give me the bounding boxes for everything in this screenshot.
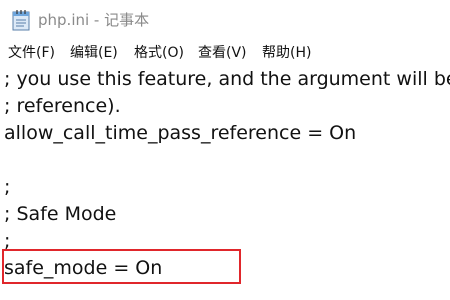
highlight-box: [2, 249, 241, 284]
menu-file[interactable]: 文件(F): [8, 44, 55, 62]
window-title: php.ini - 记事本: [38, 11, 150, 29]
editor-line: allow_call_time_pass_reference = On: [4, 122, 357, 144]
text-editor[interactable]: ; you use this feature, and the argument…: [0, 66, 450, 300]
title-bar: php.ini - 记事本: [0, 0, 450, 41]
editor-line: ;: [4, 176, 11, 198]
menu-help[interactable]: 帮助(H): [262, 44, 311, 62]
menu-bar: 文件(F) 编辑(E) 格式(O) 查看(V) 帮助(H): [0, 40, 450, 67]
editor-line: ; Safe Mode: [4, 203, 117, 225]
menu-edit[interactable]: 编辑(E): [70, 44, 118, 62]
menu-format[interactable]: 格式(O): [134, 44, 184, 62]
editor-line: ; reference).: [4, 95, 121, 117]
editor-line: ; you use this feature, and the argument…: [4, 68, 450, 90]
menu-view[interactable]: 查看(V): [198, 44, 247, 62]
notepad-icon: [12, 10, 30, 31]
